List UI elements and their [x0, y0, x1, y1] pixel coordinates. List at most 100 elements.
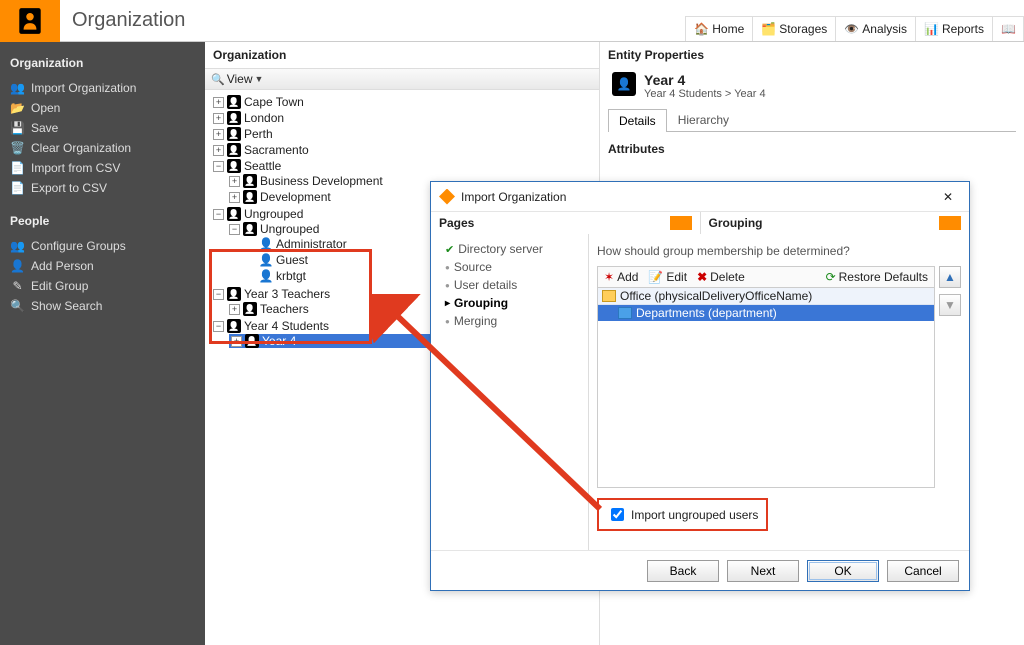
tab-details[interactable]: Details	[608, 109, 667, 132]
tree-node-seattle[interactable]: −Seattle	[213, 159, 593, 173]
step-label: Directory server	[458, 242, 543, 256]
sidebar-item-label: Edit Group	[31, 279, 88, 293]
delete-button[interactable]: ✖Delete	[697, 270, 745, 284]
org-icon	[243, 222, 257, 236]
attributes-label: Attributes	[608, 142, 1016, 156]
sidebar-item-label: Show Search	[31, 299, 102, 313]
cancel-button[interactable]: Cancel	[887, 560, 959, 582]
expand-toggle[interactable]: +	[213, 129, 224, 140]
tab-analysis[interactable]: 👁️Analysis	[835, 16, 916, 41]
grouping-list[interactable]: Office (physicalDeliveryOfficeName) Depa…	[597, 288, 935, 488]
collapse-toggle[interactable]: −	[213, 161, 224, 172]
tab-book[interactable]: 📖	[992, 16, 1024, 41]
tree-label: Year 3 Teachers	[244, 287, 330, 301]
arrow-right-icon: ▸	[445, 298, 450, 309]
sidebar-item-clear-organization[interactable]: 🗑️ Clear Organization	[10, 138, 195, 158]
btn-label: Edit	[666, 270, 687, 284]
open-icon: 📂	[10, 101, 25, 115]
step-directory-server[interactable]: ✔Directory server	[445, 240, 588, 258]
sidebar-item-import-organization[interactable]: 👥Import Organization	[10, 78, 195, 98]
page-title: Organization	[72, 9, 185, 32]
tree-label: Year 4 Students	[244, 319, 329, 333]
dot-icon: ●	[445, 317, 450, 326]
group-row-departments[interactable]: Departments (department)	[598, 305, 934, 321]
sidebar-item-label: Open	[31, 101, 60, 115]
sidebar-item-add-person[interactable]: 👤Add Person	[10, 256, 195, 276]
tab-reports[interactable]: 📊Reports	[915, 16, 993, 41]
expand-toggle[interactable]: +	[213, 97, 224, 108]
view-dropdown[interactable]: View ▼	[205, 68, 599, 90]
tree-label: Business Development	[260, 174, 383, 188]
sidebar-item-label: Clear Organization	[31, 141, 131, 155]
expand-toggle[interactable]: +	[213, 113, 224, 124]
next-button[interactable]: Next	[727, 560, 799, 582]
grouping-toolbar: ✶Add 📝Edit ✖Delete ⟳Restore Defaults	[597, 266, 935, 288]
home-icon: 🏠	[694, 22, 708, 36]
import-ungrouped-checkbox[interactable]	[611, 508, 624, 521]
wizard-steps: ✔Directory server ●Source ●User details …	[431, 234, 589, 550]
tree-node-capetown[interactable]: +Cape Town	[213, 95, 593, 109]
add-button[interactable]: ✶Add	[604, 270, 638, 284]
btn-label: Add	[617, 270, 638, 284]
sidebar-item-configure-groups[interactable]: 👥 Configure Groups	[10, 236, 195, 256]
back-button[interactable]: Back	[647, 560, 719, 582]
org-icon	[227, 319, 241, 333]
pages-header: Pages	[431, 212, 701, 234]
expand-toggle[interactable]: +	[213, 145, 224, 156]
collapse-toggle[interactable]: −	[213, 289, 224, 300]
sidebar-item-open[interactable]: 📂 Open	[10, 98, 195, 118]
sidebar-item-label: Configure Groups	[31, 239, 126, 253]
tree-node-perth[interactable]: +Perth	[213, 127, 593, 141]
dialog-titlebar: Import Organization ✕	[431, 182, 969, 212]
sidebar: Organization 👥Import Organization 📂Open …	[0, 42, 205, 645]
group-label: Office (physicalDeliveryOfficeName)	[620, 289, 812, 303]
entity-path: Year 4 Students > Year 4	[644, 88, 766, 100]
sidebar-item-export-csv[interactable]: 📄Export to CSV	[10, 178, 195, 198]
sidebar-item-import-csv[interactable]: 📄Import from CSV	[10, 158, 195, 178]
group-row-office[interactable]: Office (physicalDeliveryOfficeName)	[598, 288, 934, 305]
step-merging[interactable]: ●Merging	[445, 312, 588, 330]
tab-hierarchy[interactable]: Hierarchy	[667, 108, 740, 131]
expand-toggle[interactable]: +	[229, 192, 240, 203]
sidebar-item-save[interactable]: 💾Save	[10, 118, 195, 138]
folder-icon	[602, 290, 616, 302]
step-grouping[interactable]: ▸Grouping	[445, 294, 588, 312]
import-icon: 👥	[10, 81, 25, 95]
tab-storages[interactable]: 🗂️Storages	[752, 16, 836, 41]
sidebar-item-edit-group[interactable]: ✎Edit Group	[10, 276, 195, 296]
tab-home[interactable]: 🏠Home	[685, 16, 753, 41]
expand-toggle[interactable]: +	[231, 336, 242, 347]
step-label: Source	[454, 260, 492, 274]
tree-label: London	[244, 111, 284, 125]
ok-button[interactable]: OK	[807, 560, 879, 582]
sidebar-item-label: Save	[31, 121, 58, 135]
restore-icon: ⟳	[826, 270, 836, 284]
move-down-button[interactable]: ▼	[939, 294, 961, 316]
header-tabs: 🏠Home 🗂️Storages 👁️Analysis 📊Reports 📖	[685, 0, 1024, 41]
expand-toggle[interactable]: +	[229, 176, 240, 187]
folder-icon	[618, 307, 632, 319]
user-icon	[259, 237, 273, 251]
sidebar-item-show-search[interactable]: 🔍Show Search	[10, 296, 195, 316]
move-up-button[interactable]: ▲	[939, 266, 961, 288]
collapse-toggle[interactable]: −	[229, 224, 240, 235]
collapse-toggle[interactable]: −	[213, 209, 224, 220]
tree-node-sacramento[interactable]: +Sacramento	[213, 143, 593, 157]
groups-icon: 👥	[10, 239, 25, 253]
close-button[interactable]: ✕	[935, 187, 961, 207]
import-organization-dialog: Import Organization ✕ Pages Grouping ✔Di…	[430, 181, 970, 591]
step-user-details[interactable]: ●User details	[445, 276, 588, 294]
collapse-toggle[interactable]: −	[213, 321, 224, 332]
reorder-controls: ▲ ▼	[939, 266, 961, 488]
add-icon: ✶	[604, 270, 614, 284]
folder-icon: 🗂️	[761, 22, 775, 36]
dot-icon: ●	[445, 263, 450, 272]
tree-node-london[interactable]: + London	[213, 111, 593, 125]
expand-toggle[interactable]: +	[229, 304, 240, 315]
edit-button[interactable]: 📝Edit	[648, 270, 687, 284]
org-icon	[227, 127, 241, 141]
restore-defaults-button[interactable]: ⟳Restore Defaults	[826, 270, 928, 284]
org-icon	[243, 190, 257, 204]
step-source[interactable]: ● Source	[445, 258, 588, 276]
clear-icon: 🗑️	[10, 141, 25, 155]
